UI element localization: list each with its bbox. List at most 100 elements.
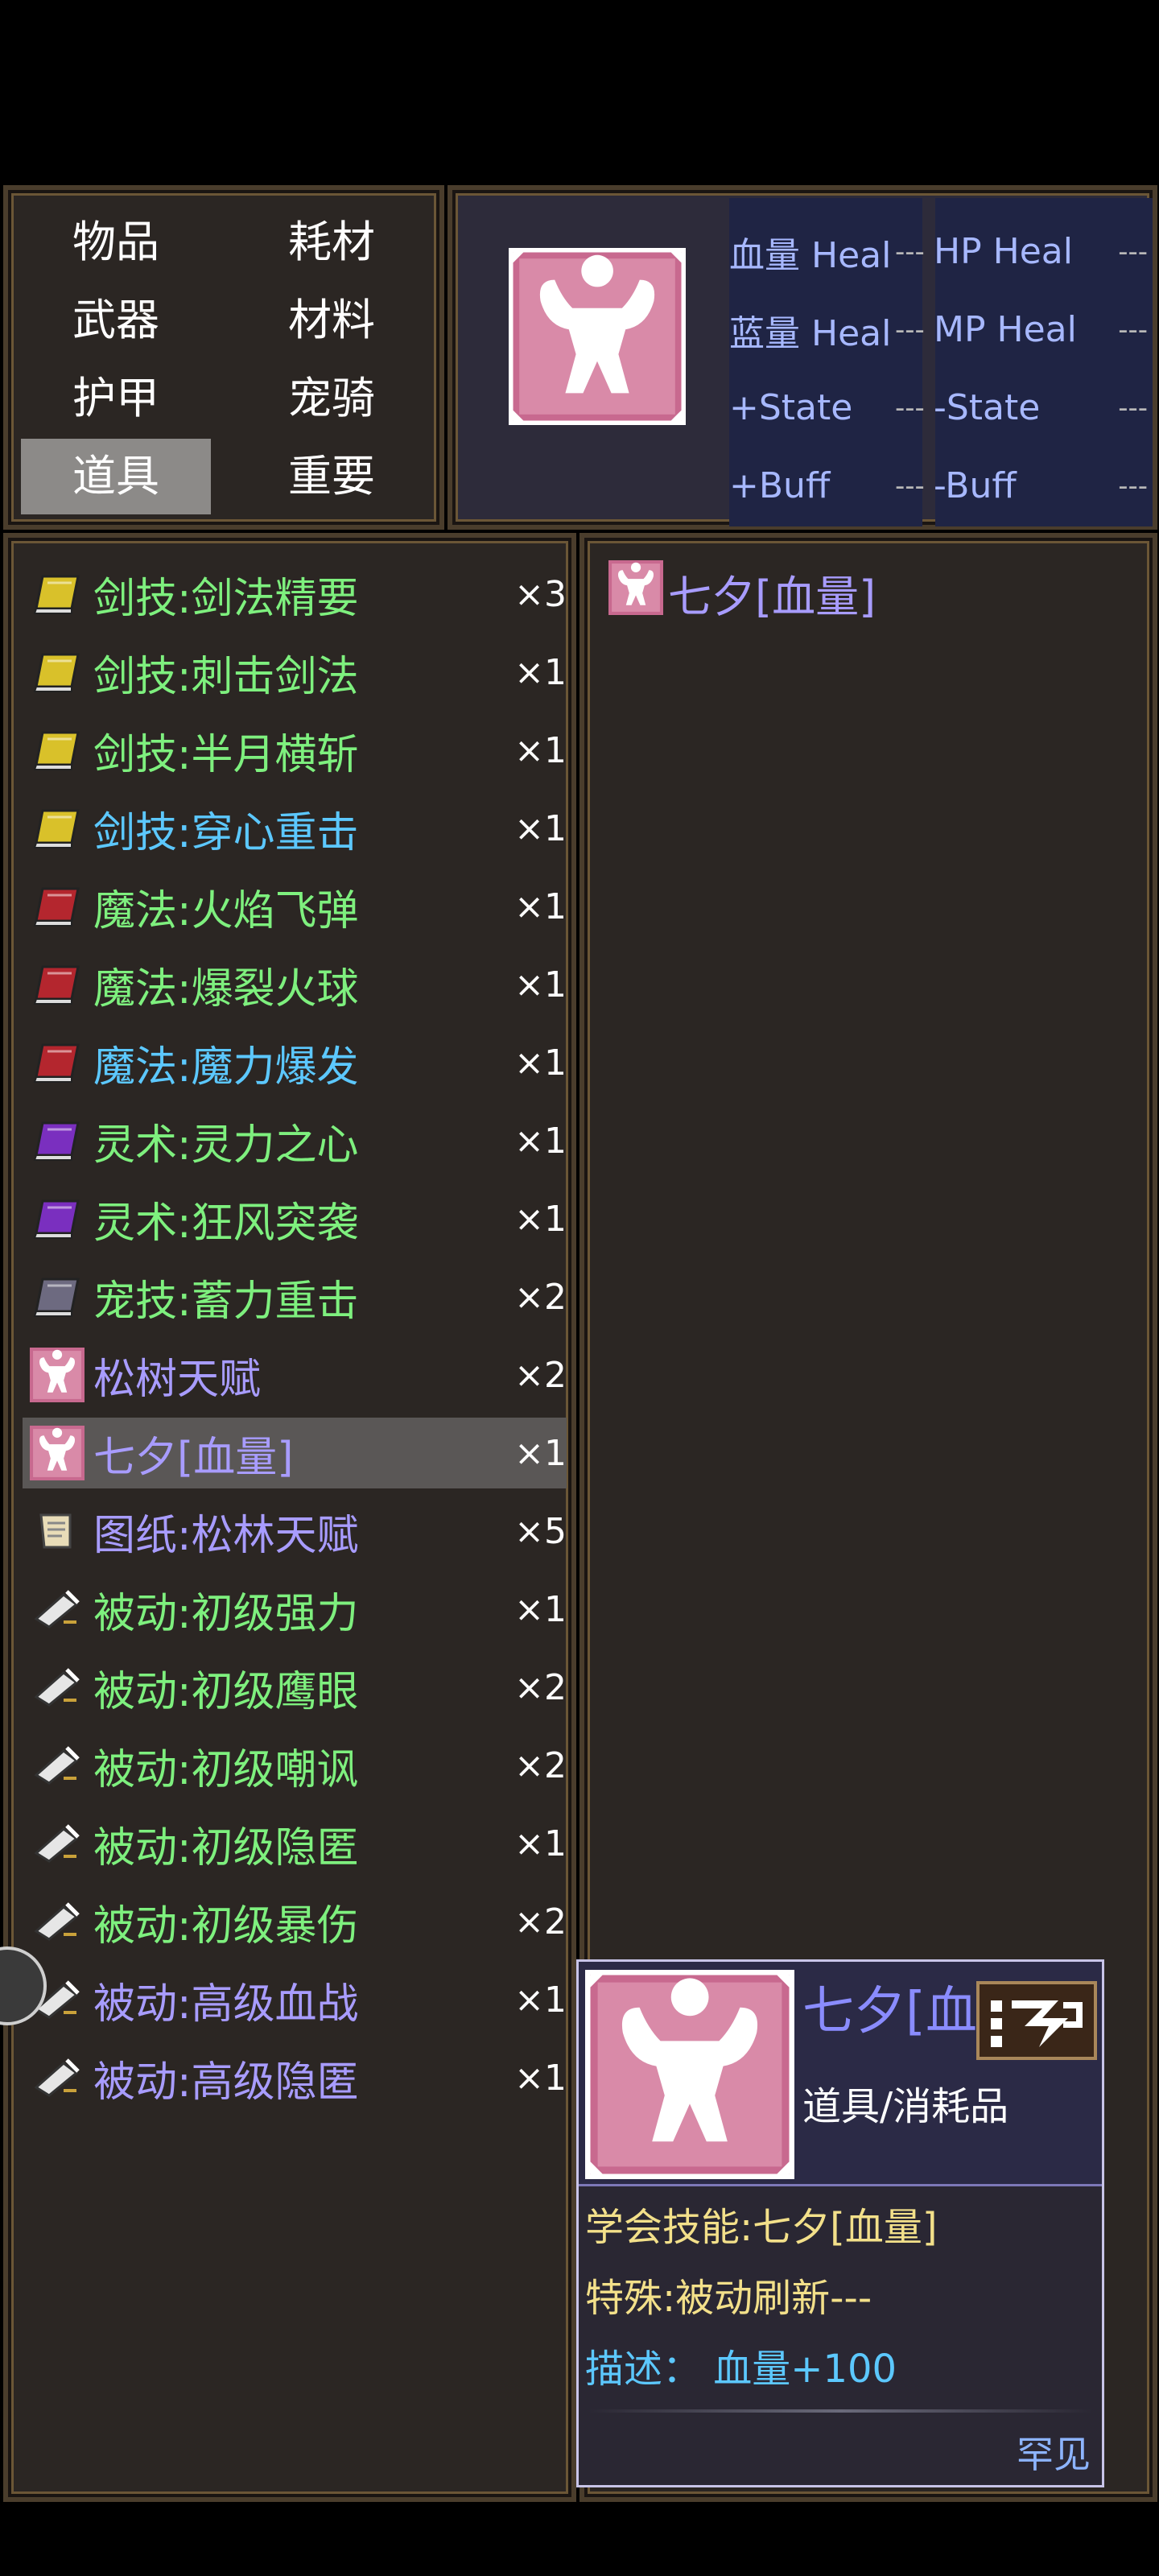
category-tab[interactable]: 护甲: [21, 361, 211, 436]
list-item[interactable]: 魔法:爆裂火球 ×1: [23, 949, 567, 1020]
item-name: 灵术:灵力之心: [93, 1121, 359, 1170]
card-rarity: 罕见: [1017, 2433, 1091, 2476]
list-item[interactable]: 被动:高级血战 ×1: [23, 1964, 567, 2035]
stat-value-2: ---: [1118, 313, 1148, 346]
category-tab[interactable]: 武器: [21, 283, 211, 358]
item-count: ×1: [514, 1042, 567, 1084]
list-item[interactable]: 被动:初级强力 ×1: [23, 1574, 567, 1645]
quill-scroll-icon: [29, 1659, 85, 1715]
detail-title: 七夕[血量]: [668, 572, 876, 622]
list-item[interactable]: 剑技:穿心重击 ×1: [23, 793, 567, 864]
yellow-book-icon: [29, 800, 85, 857]
list-item[interactable]: 剑技:半月横斩 ×1: [23, 715, 567, 786]
item-name: 图纸:松林天赋: [93, 1511, 359, 1560]
item-tooltip-card: 七夕[血量] 道具/消耗品 学会技能:七夕[血量] 特殊:被动刷新--- 描述：…: [576, 1959, 1104, 2487]
item-name: 剑技:半月横斩: [93, 730, 359, 779]
red-book-icon: [29, 1034, 85, 1091]
stat-value: ---: [895, 235, 925, 268]
item-count: ×2: [514, 1276, 567, 1318]
quill-scroll-icon: [29, 1815, 85, 1872]
stat-value: ---: [895, 391, 925, 424]
category-tab[interactable]: 道具: [21, 439, 211, 514]
item-name: 剑技:刺击剑法: [93, 652, 359, 701]
stats-panel: 血量 Heal --- HP Heal --- 蓝量 Heal --- MP Heal ---…: [448, 185, 1157, 530]
item-name: 魔法:魔力爆发: [93, 1042, 359, 1092]
list-item[interactable]: 宠技:蓄力重击 ×2: [23, 1261, 567, 1332]
red-book-icon: [29, 878, 85, 935]
list-item[interactable]: 灵术:灵力之心 ×1: [23, 1105, 567, 1176]
item-count: ×1: [514, 886, 567, 927]
quill-scroll-icon: [29, 1581, 85, 1637]
purple-book-icon: [29, 1113, 85, 1169]
list-item[interactable]: 被动:初级暴伤 ×2: [23, 1886, 567, 1957]
card-description: 描述： 血量+100: [585, 2347, 897, 2392]
item-name: 松树天赋: [93, 1355, 262, 1404]
item-count: ×1: [514, 1432, 567, 1474]
item-count: ×1: [514, 1198, 567, 1240]
list-item[interactable]: 魔法:火焰飞弹 ×1: [23, 871, 567, 942]
stat-label-2: MP Heal: [934, 309, 1077, 350]
item-name: 魔法:火焰飞弹: [93, 886, 359, 935]
stat-value-2: ---: [1118, 469, 1148, 502]
item-list-panel: 剑技:剑法精要 ×3 剑技:刺击剑法 ×1 剑技:半月横斩 ×1 剑技:穿心重击 ×1 魔法:火…: [3, 533, 576, 2502]
item-name: 剑技:剑法精要: [93, 574, 359, 623]
stat-label-2: -Buff: [934, 465, 1017, 506]
list-item[interactable]: 剑技:刺击剑法 ×1: [23, 637, 567, 708]
category-tab[interactable]: 材料: [237, 283, 427, 358]
category-tab[interactable]: 耗材: [237, 204, 427, 280]
item-name: 被动:高级血战: [93, 1979, 359, 2029]
quill-scroll-icon: [29, 2050, 85, 2106]
category-tab[interactable]: 宠骑: [237, 361, 427, 436]
menu-icon: [991, 2000, 1083, 2047]
list-item[interactable]: 被动:高级隐匿 ×1: [23, 2042, 567, 2113]
category-tab[interactable]: 重要: [237, 439, 427, 514]
item-count: ×1: [514, 807, 567, 849]
item-count: ×1: [514, 651, 567, 693]
stat-value-2: ---: [1118, 235, 1148, 268]
stat-label: +Buff: [729, 465, 831, 506]
yellow-book-icon: [29, 644, 85, 700]
item-name: 剑技:穿心重击: [93, 808, 359, 857]
red-book-icon: [29, 956, 85, 1013]
detail-header: 七夕[血量]: [608, 560, 876, 625]
stat-label: 蓝量 Heal: [729, 312, 892, 354]
use-item-button[interactable]: [976, 1981, 1097, 2060]
stat-value: ---: [895, 313, 925, 346]
purple-book-icon: [29, 1191, 85, 1247]
stat-row: +Buff --- -Buff ---: [729, 447, 1148, 525]
item-name: 魔法:爆裂火球: [93, 964, 359, 1013]
strength-icon: [582, 1967, 798, 2182]
item-count: ×1: [514, 729, 567, 771]
item-count: ×2: [514, 1744, 567, 1786]
list-item[interactable]: 剑技:剑法精要 ×3: [23, 559, 567, 630]
list-item[interactable]: 图纸:松林天赋 ×5: [23, 1496, 567, 1567]
list-item[interactable]: 被动:初级鹰眼 ×2: [23, 1652, 567, 1723]
item-count: ×5: [514, 1510, 567, 1552]
stat-label-2: -State: [934, 387, 1041, 428]
list-item[interactable]: 被动:初级嘲讽 ×2: [23, 1730, 567, 1801]
list-item[interactable]: 被动:初级隐匿 ×1: [23, 1808, 567, 1879]
item-count: ×1: [514, 964, 567, 1005]
list-item[interactable]: 松树天赋 ×2: [23, 1340, 567, 1410]
card-header: 七夕[血量] 道具/消耗品: [579, 1962, 1102, 2186]
stat-label: +State: [729, 387, 853, 428]
list-item[interactable]: 灵术:狂风突袭 ×1: [23, 1183, 567, 1254]
item-name: 被动:高级隐匿: [93, 2058, 359, 2107]
item-name: 被动:初级隐匿: [93, 1823, 359, 1872]
stat-row: +State --- -State ---: [729, 369, 1148, 447]
item-count: ×1: [514, 1823, 567, 1864]
card-type: 道具/消耗品: [802, 2084, 1009, 2129]
item-count: ×1: [514, 1588, 567, 1630]
list-item[interactable]: 七夕[血量] ×1: [23, 1418, 567, 1488]
item-count: ×1: [514, 1120, 567, 1162]
stat-value-2: ---: [1118, 391, 1148, 424]
category-tab[interactable]: 物品: [21, 204, 211, 280]
list-item[interactable]: 魔法:魔力爆发 ×1: [23, 1027, 567, 1098]
card-learn-skill: 学会技能:七夕[血量]: [585, 2205, 938, 2250]
item-name: 被动:初级强力: [93, 1589, 359, 1638]
stat-value: ---: [895, 469, 925, 502]
item-name: 灵术:狂风突袭: [93, 1199, 359, 1248]
item-count: ×1: [514, 1979, 567, 2021]
yellow-book-icon: [29, 566, 85, 622]
card-divider: [588, 2409, 1092, 2413]
